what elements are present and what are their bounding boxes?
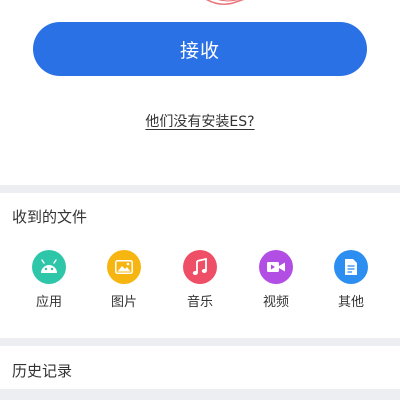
category-apps[interactable]: 应用 xyxy=(19,250,79,314)
receive-button[interactable]: 接收 xyxy=(33,22,367,76)
category-video[interactable]: 视频 xyxy=(246,250,306,314)
category-label: 视频 xyxy=(262,295,289,310)
scribble-decoration xyxy=(205,0,245,6)
category-label: 图片 xyxy=(110,295,137,310)
received-files-title: 收到的文件 xyxy=(12,208,88,226)
history-title[interactable]: 历史记录 xyxy=(12,360,72,381)
category-label: 其他 xyxy=(337,295,364,310)
category-music[interactable]: 音乐 xyxy=(170,250,230,314)
document-icon xyxy=(334,250,368,284)
section-divider xyxy=(0,185,400,193)
no-es-installed-link[interactable]: 他们没有安装ES? xyxy=(0,111,400,131)
android-icon xyxy=(32,250,66,284)
section-divider xyxy=(0,389,400,400)
category-images[interactable]: 图片 xyxy=(94,250,154,314)
file-categories: 应用 图片 音乐 视频 其他 xyxy=(0,250,400,314)
section-divider xyxy=(0,338,400,346)
image-icon xyxy=(107,250,141,284)
category-other[interactable]: 其他 xyxy=(321,250,381,314)
category-label: 应用 xyxy=(35,295,62,310)
video-camera-icon xyxy=(259,250,293,284)
category-label: 音乐 xyxy=(186,295,213,310)
music-note-icon xyxy=(183,250,217,284)
receive-page: 接收 他们没有安装ES? 收到的文件 应用 图片 音乐 视频 其他 历史记录 xyxy=(0,0,400,400)
